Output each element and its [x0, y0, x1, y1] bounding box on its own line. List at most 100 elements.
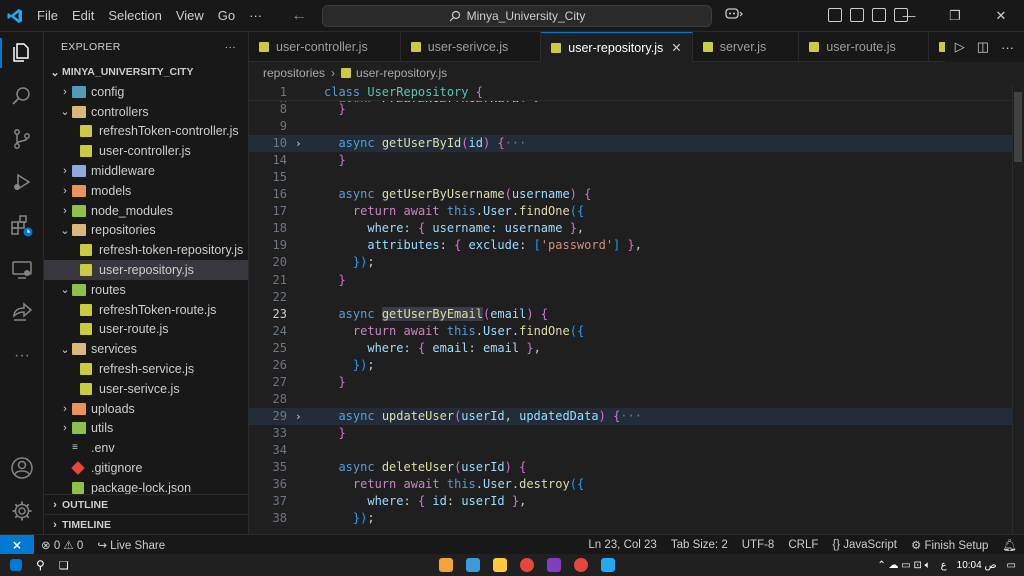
live-share-icon[interactable] [8, 299, 36, 327]
code-line[interactable]: 18 where: { username: username }, [249, 220, 1012, 237]
editor-tab[interactable]: server.js [693, 32, 800, 62]
search-icon[interactable]: ⚲ [36, 558, 45, 572]
menu-more[interactable]: ··· [242, 0, 269, 32]
file-item[interactable]: user-serivce.js [44, 379, 248, 399]
tab-size[interactable]: Tab Size: 2 [664, 539, 735, 551]
search-icon[interactable] [8, 82, 36, 110]
editor-tab[interactable]: user-route.js [799, 32, 929, 62]
toggle-panel-icon[interactable] [872, 8, 886, 22]
timeline-section[interactable]: › TIMELINE [44, 514, 248, 534]
language-mode[interactable]: {} JavaScript [825, 539, 904, 551]
command-center-search[interactable]: Minya_University_City [322, 5, 712, 27]
folder-item[interactable]: › config [44, 82, 248, 102]
more-views-icon[interactable]: ··· [8, 342, 36, 370]
accounts-icon[interactable] [8, 454, 36, 482]
more-actions-icon[interactable]: ··· [1001, 40, 1014, 55]
code-line[interactable]: 9 [249, 118, 1012, 135]
file-item[interactable]: user-controller.js [44, 141, 248, 161]
code-line[interactable]: 24 return await this.User.findOne({ [249, 323, 1012, 340]
menu-file[interactable]: File [30, 0, 65, 32]
code-line[interactable]: 36 return await this.User.destroy({ [249, 476, 1012, 493]
code-line[interactable]: 27 } [249, 374, 1012, 391]
taskbar-app-2-icon[interactable] [465, 558, 480, 572]
live-share-button[interactable]: ↪ Live Share [90, 538, 172, 552]
cursor-position[interactable]: Ln 23, Col 23 [581, 539, 663, 551]
input-language[interactable]: ع [941, 560, 947, 571]
explorer-icon[interactable] [8, 38, 36, 66]
menu-edit[interactable]: Edit [65, 0, 101, 32]
chrome-profile-icon[interactable] [573, 558, 588, 572]
file-item[interactable]: user-route.js [44, 320, 248, 340]
tray-icons[interactable]: ⌃ ☁ ▭ ⊡ 🔈︎ [877, 560, 930, 571]
code-line[interactable]: 10 › async getUserById(id) {··· [249, 135, 1012, 153]
file-item[interactable]: ≡ .env [44, 438, 248, 458]
close-tab-icon[interactable]: ✕ [671, 40, 681, 55]
file-explorer-icon[interactable] [492, 558, 507, 572]
editor-tab[interactable]: user-repository.js ✕ [541, 32, 693, 62]
close-icon[interactable]: ✕ [978, 0, 1024, 32]
toggle-primary-sidebar-icon[interactable] [850, 8, 864, 22]
workspace-root[interactable]: ⌄ MINYA_UNIVERSITY_CITY [44, 62, 248, 82]
minimize-icon[interactable]: — [886, 0, 932, 32]
fold-chevron-icon[interactable]: › [295, 135, 302, 152]
explorer-more-actions[interactable]: ··· [225, 41, 236, 53]
code-line[interactable]: 25 where: { email: email }, [249, 340, 1012, 357]
code-line[interactable]: 38 }); [249, 510, 1012, 527]
end-of-line[interactable]: CRLF [781, 539, 825, 551]
fold-chevron-icon[interactable]: › [295, 408, 302, 425]
folder-item[interactable]: › models [44, 181, 248, 201]
folder-item[interactable]: › utils [44, 419, 248, 439]
code-line[interactable]: 15 [249, 169, 1012, 186]
file-item[interactable]: refreshToken-route.js [44, 300, 248, 320]
file-item[interactable]: .gitignore [44, 458, 248, 478]
finish-setup-button[interactable]: ⚙ Finish Setup [904, 538, 995, 552]
code-editor[interactable]: 1class UserRepository {6 async createUse… [249, 84, 1024, 534]
folder-item[interactable]: › middleware [44, 161, 248, 181]
code-line[interactable]: 33 } [249, 425, 1012, 442]
file-item[interactable]: refreshToken-controller.js [44, 122, 248, 142]
menu-selection[interactable]: Selection [101, 0, 168, 32]
extensions-icon[interactable] [8, 212, 36, 240]
split-editor-icon[interactable]: ◫ [977, 39, 989, 55]
editor-scrollbar[interactable] [1012, 84, 1024, 534]
code-line[interactable]: 21 } [249, 272, 1012, 289]
editor-tab[interactable]: user-controller.js [249, 32, 401, 62]
vscode-logo-icon[interactable] [0, 0, 30, 32]
folder-item[interactable]: › node_modules [44, 201, 248, 221]
code-line[interactable]: 14 } [249, 152, 1012, 169]
folder-item[interactable]: ⌄ routes [44, 280, 248, 300]
folder-item[interactable]: ⌄ repositories [44, 221, 248, 241]
breadcrumb-file[interactable]: user-repository.js [356, 66, 447, 80]
chrome-icon[interactable] [519, 558, 534, 572]
file-item[interactable]: refresh-token-repository.js [44, 240, 248, 260]
folder-item[interactable]: ⌄ services [44, 339, 248, 359]
folder-item[interactable]: › uploads [44, 399, 248, 419]
code-line[interactable]: 28 [249, 391, 1012, 408]
folder-item[interactable]: ⌄ controllers [44, 102, 248, 122]
vscode-taskbar-icon[interactable] [600, 558, 615, 572]
code-line[interactable]: 34 [249, 442, 1012, 459]
code-line[interactable]: 29 › async updateUser(userId, updatedData… [249, 407, 1012, 425]
problems-indicator[interactable]: ⊗ 0 ⚠ 0 [34, 538, 90, 552]
run-debug-icon[interactable] [8, 168, 36, 196]
code-line[interactable]: 26 }); [249, 357, 1012, 374]
visual-studio-icon[interactable] [546, 558, 561, 572]
code-line[interactable]: 23 async getUserByEmail(email) { [249, 306, 1012, 323]
copilot-icon[interactable] [724, 6, 744, 23]
notification-center-icon[interactable]: ▭ [1007, 560, 1016, 571]
run-icon[interactable]: ▷ [955, 39, 965, 55]
editor-tab[interactable]: user-serivce.js [401, 32, 542, 62]
code-line[interactable]: 16 async getUserByUsername(username) { [249, 186, 1012, 203]
remote-explorer-icon[interactable] [8, 256, 36, 284]
menu-go[interactable]: Go [211, 0, 242, 32]
code-line[interactable]: 22 [249, 289, 1012, 306]
sticky-scroll-line[interactable]: 1 class UserRepository { [249, 84, 1012, 101]
source-control-icon[interactable] [8, 125, 36, 153]
notifications-bell-icon[interactable]: 🔔︎ [995, 538, 1024, 552]
code-line[interactable]: 37 where: { id: userId }, [249, 493, 1012, 510]
scrollbar-thumb[interactable] [1014, 92, 1022, 162]
file-item[interactable]: refresh-service.js [44, 359, 248, 379]
code-line[interactable]: 35 async deleteUser(userId) { [249, 459, 1012, 476]
encoding[interactable]: UTF-8 [735, 539, 782, 551]
code-line[interactable]: 19 attributes: { exclude: ['password'] }… [249, 237, 1012, 254]
